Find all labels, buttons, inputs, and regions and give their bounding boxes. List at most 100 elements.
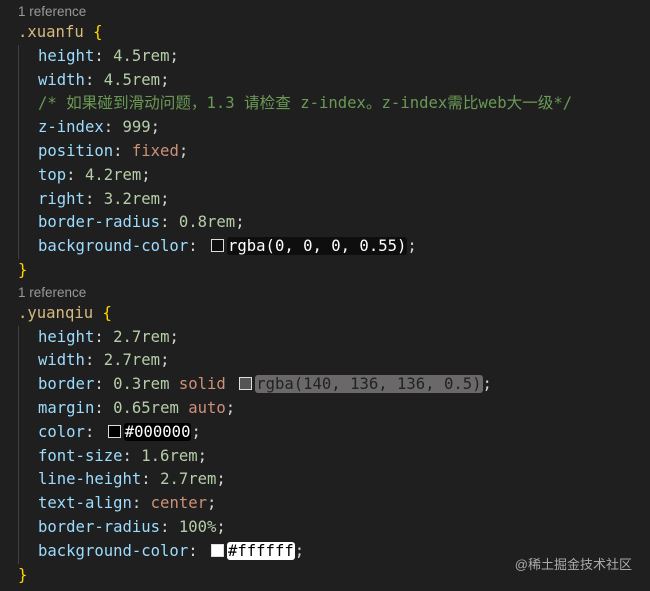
css-property: border [38, 375, 95, 394]
code-line: right: 3.2rem; [18, 187, 572, 212]
punctuation: : [94, 398, 114, 417]
punctuation: ; [178, 141, 189, 160]
selector-line: .xuanfu { [18, 21, 572, 45]
reference-codelens[interactable]: 1 reference [18, 2, 572, 21]
css-value: 2.7rem [160, 470, 217, 489]
close-line: } [18, 259, 572, 283]
css-value: 4.2rem [84, 165, 142, 184]
code-line: border-radius: 0.8rem; [18, 211, 572, 236]
css-property: background-color [38, 237, 189, 256]
punctuation: ; [482, 375, 492, 394]
open-brace: { [102, 303, 112, 322]
punctuation: : [188, 237, 207, 256]
css-property: z-index [38, 118, 104, 137]
code-line: width: 4.5rem; [18, 68, 572, 93]
punctuation: : [84, 189, 104, 208]
code-line: line-height: 2.7rem; [18, 468, 572, 493]
punctuation [93, 304, 102, 322]
close-brace: } [18, 565, 28, 584]
css-property: position [38, 141, 114, 160]
css-value: 2.7rem [103, 351, 161, 370]
css-property: width [38, 351, 85, 370]
code-line: border-radius: 100%; [18, 515, 572, 540]
code-line: font-size: 1.6rem; [18, 444, 572, 469]
punctuation: ; [216, 470, 226, 489]
css-keyword: auto [188, 398, 226, 417]
code-line: text-align: center; [18, 492, 572, 516]
color-swatch-icon[interactable] [211, 543, 224, 557]
punctuation: ; [169, 46, 179, 65]
punctuation: : [131, 494, 151, 513]
punctuation: : [122, 446, 142, 465]
punctuation: ; [160, 189, 170, 208]
punctuation: : [84, 351, 104, 370]
css-property: height [38, 46, 95, 65]
css-keyword: solid [178, 375, 226, 394]
css-value: 0.65rem [113, 398, 179, 417]
css-value: 999 [122, 118, 151, 137]
color-value: rgba(140, 136, 136, 0.5) [255, 375, 483, 394]
punctuation: : [160, 213, 179, 232]
punctuation [226, 375, 235, 393]
css-property: border-radius [38, 517, 161, 536]
code-line: background-color: rgba(0, 0, 0, 0.55); [18, 235, 572, 259]
css-value: 2.7rem [113, 327, 170, 346]
code-line: top: 4.2rem; [18, 163, 572, 188]
css-property: margin [38, 398, 95, 417]
punctuation [169, 375, 178, 393]
css-value: 0.3rem [113, 375, 170, 394]
css-property: color [38, 422, 85, 441]
code-line: border: 0.3rem solid rgba(140, 136, 136,… [18, 373, 572, 397]
punctuation: : [160, 517, 179, 536]
css-value: center [150, 494, 208, 513]
code-line: height: 4.5rem; [18, 44, 572, 69]
punctuation: : [94, 327, 114, 346]
punctuation: ; [225, 398, 236, 417]
reference-codelens[interactable]: 1 reference [18, 283, 572, 302]
css-property: line-height [38, 470, 142, 489]
css-value: fixed [131, 141, 179, 160]
css-property: font-size [38, 446, 123, 465]
color-swatch-icon[interactable] [107, 424, 121, 438]
punctuation: ; [197, 446, 208, 465]
punctuation: : [141, 470, 161, 489]
color-swatch-icon[interactable] [211, 239, 224, 253]
punctuation: : [103, 118, 123, 137]
code-line: background-color: #ffffff; [18, 539, 572, 564]
punctuation: : [113, 141, 132, 160]
code-line: color: #000000; [18, 420, 572, 445]
punctuation: : [94, 375, 114, 394]
punctuation: : [84, 422, 104, 441]
code-line: width: 2.7rem; [18, 349, 572, 374]
punctuation: : [94, 46, 114, 65]
css-selector: .yuanqiu [18, 303, 94, 322]
punctuation: ; [160, 70, 170, 89]
punctuation: ; [160, 351, 170, 370]
punctuation [179, 399, 188, 417]
css-value: 0.8rem [178, 213, 236, 232]
color-value: #ffffff [227, 541, 295, 560]
code-editor[interactable]: 1 reference .xuanfu {height: 4.5rem; width… [18, 2, 572, 587]
code-line: margin: 0.65rem auto; [18, 396, 572, 421]
css-value: 100% [178, 517, 217, 536]
watermark: @稀土掘金技术社区 [514, 557, 632, 572]
comment: /* 如果碰到滑动问题，1.3 请检查 z-index。z-index需比web… [38, 94, 573, 113]
punctuation: ; [207, 494, 217, 513]
punctuation: : [66, 165, 85, 184]
css-property: width [38, 70, 85, 89]
color-swatch-icon[interactable] [239, 377, 253, 391]
punctuation: ; [191, 422, 201, 441]
punctuation: ; [294, 541, 305, 560]
css-value: 3.2rem [103, 189, 161, 208]
css-value: 1.6rem [141, 446, 198, 465]
code-line: position: fixed; [18, 139, 572, 164]
close-brace: } [18, 260, 28, 279]
punctuation: : [84, 70, 104, 89]
punctuation: ; [150, 118, 161, 137]
punctuation: ; [216, 517, 226, 536]
punctuation: ; [407, 237, 417, 256]
css-value: 4.5rem [103, 70, 161, 89]
css-property: background-color [38, 541, 189, 560]
punctuation: ; [235, 213, 245, 232]
css-property: right [38, 189, 85, 208]
